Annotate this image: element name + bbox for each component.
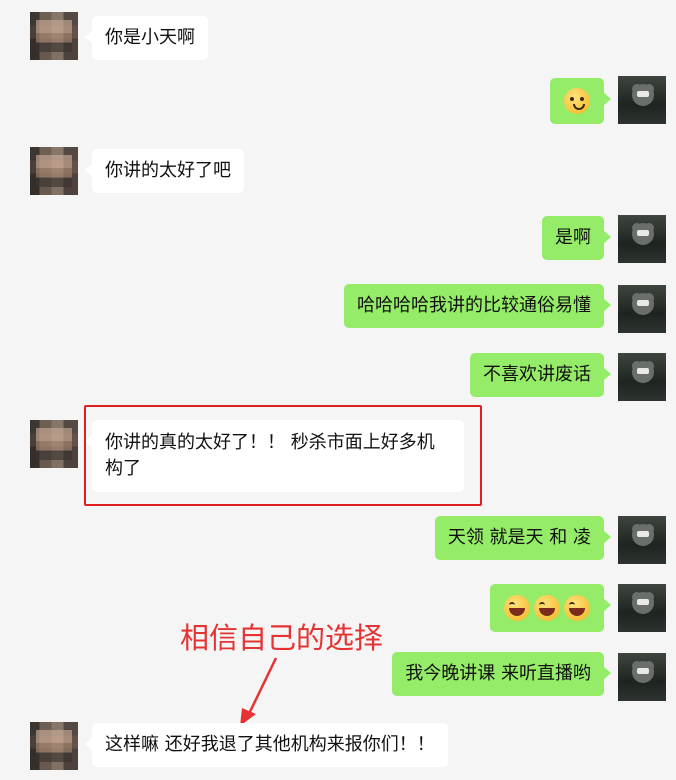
outgoing-message-bubble[interactable]: [490, 584, 611, 632]
outgoing-message-bubble[interactable]: 天领 就是天 和 凌: [434, 516, 612, 560]
laugh-cry-emoji-icon: [564, 595, 590, 621]
highlight-box: [84, 405, 482, 506]
laugh-cry-emoji-icon: [504, 595, 530, 621]
contact-avatar[interactable]: [30, 147, 78, 195]
message-text: 你是小天啊: [105, 27, 195, 48]
message-text: 你讲的太好了吧: [105, 160, 231, 181]
outgoing-message-bubble[interactable]: 我今晚讲课 来听直播哟: [392, 652, 611, 696]
self-avatar[interactable]: [618, 285, 666, 333]
outgoing-message-bubble[interactable]: 不喜欢讲废话: [470, 353, 611, 397]
self-avatar[interactable]: [618, 215, 666, 263]
contact-avatar[interactable]: [30, 420, 78, 468]
incoming-message-bubble[interactable]: 这样嘛 还好我退了其他机构来报你们！！: [85, 723, 448, 767]
message-text: 哈哈哈哈我讲的比较通俗易懂: [357, 295, 591, 316]
self-avatar[interactable]: [618, 353, 666, 401]
blush-emoji-icon: [564, 88, 590, 114]
outgoing-message-bubble[interactable]: 哈哈哈哈我讲的比较通俗易懂: [344, 284, 611, 328]
message-text: 我今晚讲课 来听直播哟: [405, 663, 591, 684]
message-text: 这样嘛 还好我退了其他机构来报你们！！: [105, 734, 435, 755]
message-text: 天领 就是天 和 凌: [447, 527, 591, 548]
incoming-message-bubble[interactable]: 你是小天啊: [85, 16, 208, 60]
contact-avatar[interactable]: [30, 12, 78, 60]
self-avatar[interactable]: [618, 76, 666, 124]
self-avatar[interactable]: [618, 516, 666, 564]
outgoing-message-bubble[interactable]: 是啊: [542, 216, 611, 260]
incoming-message-bubble[interactable]: 你讲的太好了吧: [85, 149, 244, 193]
self-avatar[interactable]: [618, 653, 666, 701]
message-text: 不喜欢讲废话: [483, 364, 591, 385]
self-avatar[interactable]: [618, 584, 666, 632]
annotation-arrow-icon: [240, 657, 278, 726]
message-text: 是啊: [555, 227, 591, 248]
laugh-cry-emoji-icon: [534, 595, 560, 621]
contact-avatar[interactable]: [30, 722, 78, 770]
outgoing-message-bubble[interactable]: [550, 78, 611, 124]
